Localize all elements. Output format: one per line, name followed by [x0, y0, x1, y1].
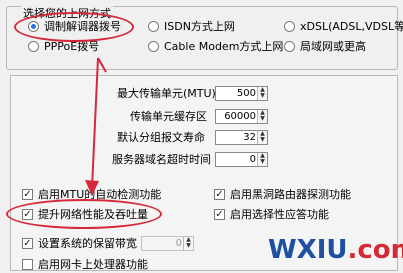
arrow-tail-1	[97, 57, 107, 73]
watermark-part1: WXIU	[268, 235, 348, 265]
arrow-line-1	[91, 57, 99, 189]
watermark-part2: .com	[347, 235, 403, 265]
watermark-logo: WXIU.com	[268, 235, 403, 265]
arrowhead-1	[85, 180, 99, 196]
annotation-arrows	[85, 57, 107, 196]
